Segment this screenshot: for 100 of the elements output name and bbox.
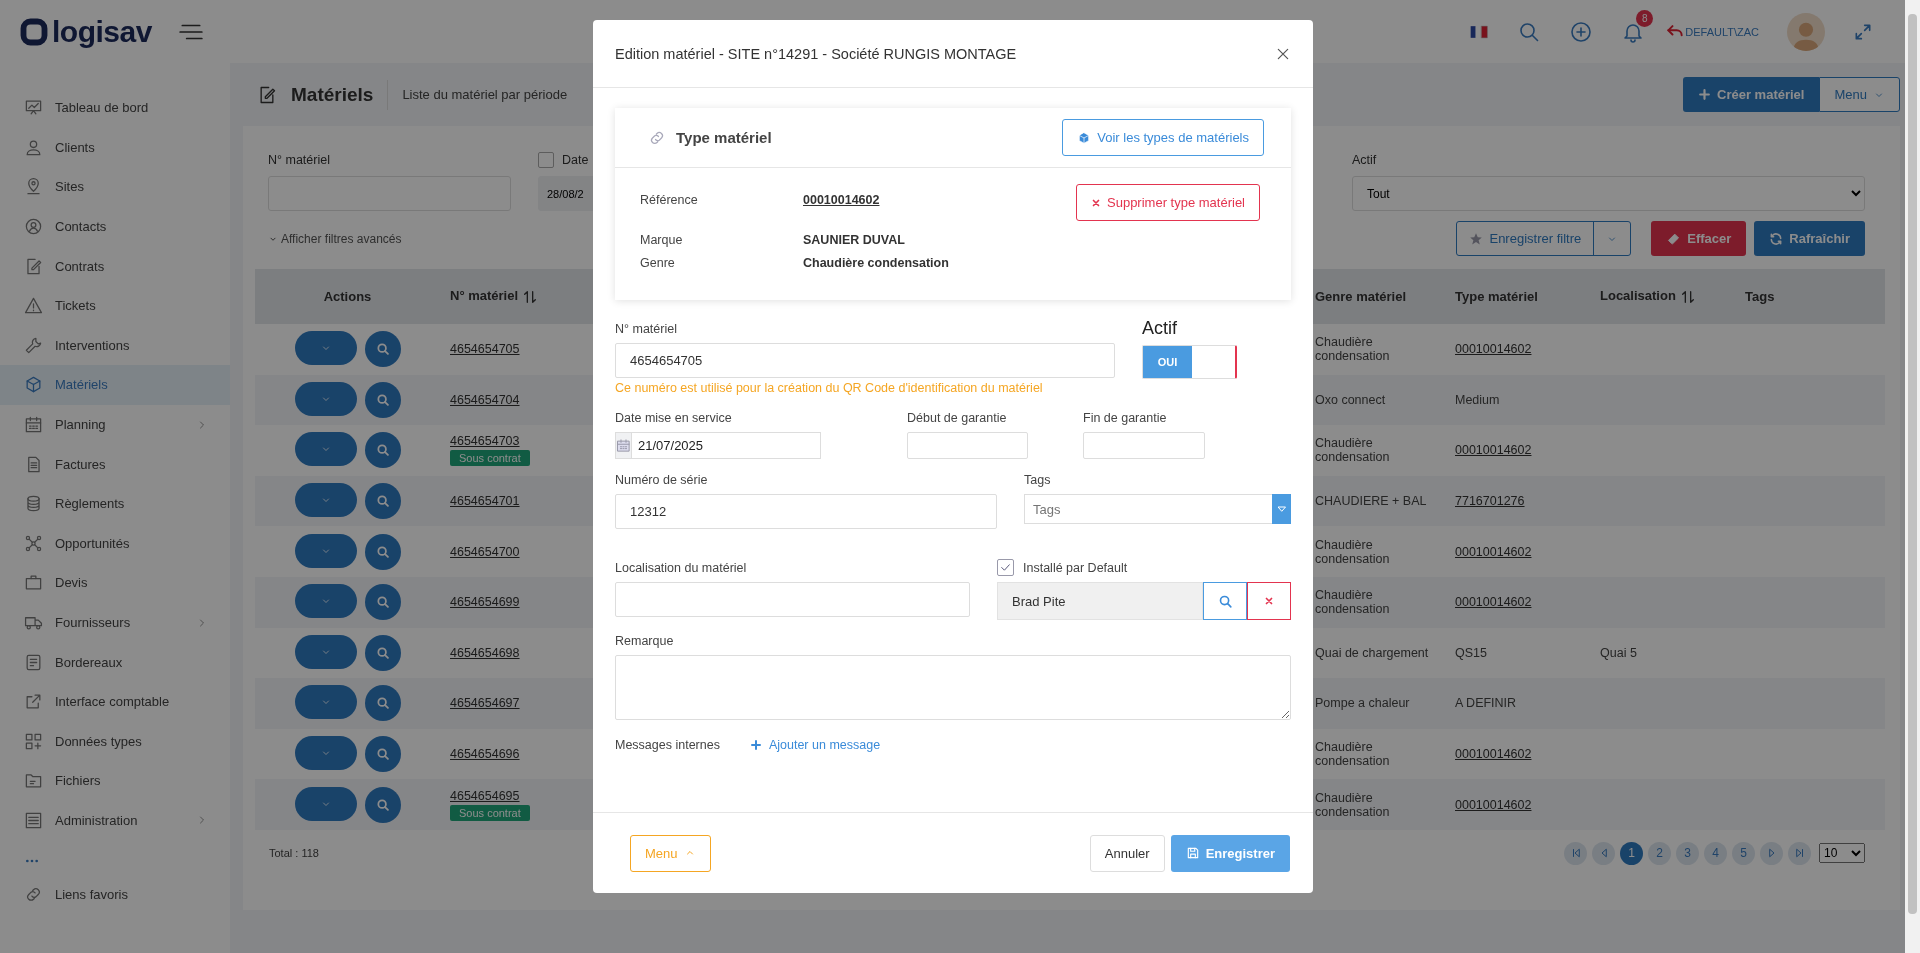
- clear-button[interactable]: [1247, 582, 1291, 620]
- next-page-button[interactable]: [1760, 841, 1783, 865]
- sidebar-item[interactable]: Administration: [0, 800, 230, 841]
- page-size-select[interactable]: 10: [1819, 843, 1865, 864]
- view-button[interactable]: [364, 483, 401, 520]
- material-number-link[interactable]: 4654654705: [450, 342, 520, 357]
- view-button[interactable]: [364, 584, 401, 621]
- page-button[interactable]: 5: [1732, 841, 1755, 865]
- sidebar-item[interactable]: Opportunités: [0, 523, 230, 564]
- material-number-link[interactable]: 4654654697: [450, 696, 520, 711]
- view-button[interactable]: [364, 634, 401, 671]
- sidebar-item[interactable]: Bordereaux: [0, 642, 230, 682]
- material-number-link[interactable]: 4654654703: [450, 434, 520, 449]
- actions-dropdown-button[interactable]: [294, 584, 357, 619]
- sidebar-item[interactable]: Contacts: [0, 206, 230, 247]
- type-link[interactable]: 00010014602: [1455, 443, 1532, 458]
- type-link[interactable]: 00010014602: [1455, 797, 1532, 812]
- active-toggle[interactable]: OUI: [1142, 345, 1237, 379]
- cancel-button[interactable]: Annuler: [1089, 834, 1165, 872]
- number-field[interactable]: 4654654705: [615, 343, 1115, 378]
- sidebar-item[interactable]: Devis: [0, 563, 230, 603]
- material-number-link[interactable]: 4654654698: [450, 645, 520, 660]
- sidebar-item[interactable]: Factures: [0, 444, 230, 484]
- material-number-link[interactable]: 4654654695: [450, 788, 520, 803]
- reference-link[interactable]: 00010014602: [803, 193, 1076, 207]
- sidebar-item[interactable]: Fournisseurs: [0, 602, 230, 643]
- date-field[interactable]: [1083, 432, 1205, 459]
- type-link[interactable]: 7716701276: [1455, 494, 1525, 509]
- actions-dropdown-button[interactable]: [294, 331, 357, 366]
- actions-dropdown-button[interactable]: [294, 685, 357, 720]
- sidebar-item[interactable]: Règlements: [0, 483, 230, 524]
- create-button[interactable]: Créer matériel: [1683, 77, 1820, 112]
- last-page-button[interactable]: [1788, 841, 1811, 865]
- material-number-link[interactable]: 4654654704: [450, 392, 520, 407]
- previous-page-button[interactable]: [1592, 841, 1615, 865]
- clear-button[interactable]: Effacer: [1651, 221, 1747, 256]
- page-button[interactable]: 4: [1704, 841, 1727, 865]
- expand-icon[interactable]: [1853, 21, 1873, 42]
- material-number-link[interactable]: 4654654701: [450, 494, 520, 509]
- view-button[interactable]: [364, 533, 401, 570]
- location-field[interactable]: [615, 582, 970, 617]
- sidebar-item[interactable]: Tickets: [0, 285, 230, 326]
- avatar[interactable]: [1787, 12, 1825, 51]
- sidebar-item[interactable]: Matériels: [0, 365, 230, 405]
- add-message-link[interactable]: Ajouter un message: [749, 738, 881, 752]
- page-button[interactable]: 1: [1620, 841, 1643, 865]
- material-number-link[interactable]: 4654654700: [450, 544, 520, 559]
- view-button[interactable]: [364, 736, 401, 773]
- view-button[interactable]: [364, 685, 401, 722]
- sidebar-item[interactable]: Fichiers: [0, 761, 230, 801]
- view-button[interactable]: [364, 381, 401, 418]
- checkbox[interactable]: [997, 559, 1014, 576]
- type-link[interactable]: 00010014602: [1455, 747, 1532, 762]
- actions-dropdown-button[interactable]: [294, 786, 357, 821]
- actions-dropdown-button[interactable]: [294, 483, 357, 518]
- advanced-filters-link[interactable]: Afficher filtres avancés: [268, 231, 402, 246]
- calendar-button[interactable]: [615, 432, 632, 459]
- save-button[interactable]: Enregistrer: [1170, 834, 1290, 872]
- sidebar-item[interactable]: Clients: [0, 127, 230, 168]
- view-button[interactable]: [364, 432, 401, 469]
- actions-dropdown-button[interactable]: [294, 736, 357, 771]
- date-checkbox[interactable]: [538, 152, 554, 168]
- installer-field[interactable]: Brad Pite: [997, 582, 1203, 620]
- sidebar-item[interactable]: Liens favoris: [0, 874, 230, 914]
- first-page-button[interactable]: [1564, 841, 1587, 865]
- add-icon[interactable]: [1569, 19, 1594, 44]
- page-button[interactable]: 2: [1648, 841, 1671, 865]
- sidebar-item[interactable]: Contrats: [0, 246, 230, 286]
- date-field[interactable]: [907, 432, 1028, 459]
- view-button[interactable]: [364, 331, 401, 368]
- sidebar-item[interactable]: Tableau de bord: [0, 88, 230, 128]
- type-link[interactable]: 00010014602: [1455, 595, 1532, 610]
- serial-field[interactable]: 12312: [615, 494, 997, 529]
- type-link[interactable]: 00010014602: [1455, 342, 1532, 357]
- actions-dropdown-button[interactable]: [294, 432, 357, 467]
- actions-dropdown-button[interactable]: [294, 634, 357, 669]
- actions-dropdown-button[interactable]: [294, 381, 357, 416]
- sidebar-item[interactable]: Sites: [0, 167, 230, 207]
- search-button[interactable]: [1203, 582, 1247, 620]
- refresh-button[interactable]: Rafraîchir: [1754, 221, 1865, 256]
- actif-select[interactable]: Tout: [1352, 176, 1865, 211]
- sidebar-item[interactable]: Planning: [0, 404, 230, 445]
- menu-button[interactable]: Menu: [1819, 77, 1900, 112]
- sidebar-item[interactable]: Interventions: [0, 325, 230, 366]
- sidebar-item[interactable]: Interface comptable: [0, 681, 230, 722]
- scrollbar[interactable]: [1908, 14, 1917, 914]
- view-types-button[interactable]: Voir les types de matériels: [1062, 119, 1264, 156]
- dropdown-button[interactable]: [1272, 494, 1291, 524]
- sidebar-item[interactable]: Données types: [0, 721, 230, 762]
- date-field[interactable]: 21/07/2025: [632, 432, 821, 459]
- material-number-link[interactable]: 4654654696: [450, 747, 520, 762]
- page-button[interactable]: 3: [1676, 841, 1699, 865]
- view-button[interactable]: [364, 786, 401, 823]
- user-name[interactable]: DEFAULT\ZAC: [1685, 25, 1759, 38]
- delete-type-button[interactable]: Supprimer type matériel: [1076, 184, 1260, 221]
- tags-field[interactable]: Tags: [1024, 494, 1272, 524]
- actions-dropdown-button[interactable]: [294, 533, 357, 568]
- material-number-link[interactable]: 4654654699: [450, 595, 520, 610]
- type-link[interactable]: 00010014602: [1455, 544, 1532, 559]
- remark-field[interactable]: [615, 655, 1291, 720]
